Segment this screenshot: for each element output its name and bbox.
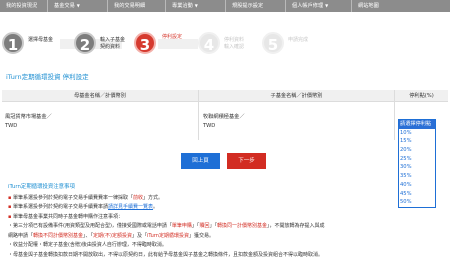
note-text: 」及「 xyxy=(131,232,147,239)
nav-label: 規股提示設定 xyxy=(232,3,264,9)
step-number: 5 xyxy=(262,32,284,54)
mother-fund-currency: TWD xyxy=(5,123,18,129)
note-text: 。 xyxy=(153,204,159,210)
note-text: 」「 xyxy=(209,223,217,229)
step-label: 停利資料 輸入確認 xyxy=(224,37,264,51)
caret-down-icon: ▼ xyxy=(76,3,80,8)
notes-title: iTurn定期循環投資注意事項 xyxy=(8,184,75,190)
note-line: ・收益分配權・轉定子基金(含贈)後由投資人自行辦理，不得臨時取消。 xyxy=(8,242,167,248)
mother-fund-name: 風冠貨幣市場基金／ xyxy=(5,114,52,120)
nav-my-investments[interactable]: 我的投資現況 xyxy=(0,0,48,12)
note-line: ▪ 單筆系選投參列於契約電子交易手續費率請請詳見手續費一覽表。 xyxy=(8,203,444,213)
ratio-option[interactable]: 25% xyxy=(399,155,435,164)
progress-steps: 1 選擇母基金 2 輸入子基金 契約資料 3 停利設定 4 停利資料 輸入確認 5 … xyxy=(0,26,450,62)
page-title: iTurn定期循環投資 停利設定 xyxy=(6,73,89,81)
table-header-mother: 母基金名稱／計價幣別 xyxy=(2,90,198,102)
step-number: 2 xyxy=(74,32,96,54)
note-text: 」，不開放轉為存提入與成 xyxy=(266,223,325,229)
note-text: 」、「 xyxy=(83,232,94,239)
nav-fund-trading[interactable]: 基金交易 ▼ xyxy=(48,0,108,12)
nav-label: 個人帳戶修理 xyxy=(292,3,324,9)
column-divider xyxy=(198,90,199,140)
ratio-option[interactable]: 請選擇停利點 xyxy=(399,120,435,129)
nav-label: 我的交易明細 xyxy=(114,3,146,9)
step-2: 2 輸入子基金 契約資料 xyxy=(74,26,134,62)
note-text: 網路申請「 xyxy=(8,232,34,239)
note-line: ▪ 單筆系選投參列於契約電子交易手續費費率一律採取「前收」方式。 xyxy=(8,194,444,204)
note-text: 」獲交易。 xyxy=(188,232,214,239)
note-highlight: 定期(不)定額投資 xyxy=(93,232,132,239)
table-header-child: 子基金名稱／計價幣別 xyxy=(199,90,394,102)
nav-alert-settings[interactable]: 規股提示設定 xyxy=(226,0,286,12)
top-navigation: 我的投資現況 基金交易 ▼ 我的交易明細 專業洽動 ▼ 規股提示設定 個人帳戶修理 ▼… xyxy=(0,0,450,12)
step-4: 4 停利資料 輸入確認 xyxy=(198,26,258,62)
note-highlight: iTurn定期循環投資 xyxy=(146,232,189,239)
step-label-line: 輸入確認 xyxy=(224,44,245,50)
step-label-line: 契約資料 xyxy=(100,44,121,50)
nav-sitemap[interactable]: 網站地圖 xyxy=(352,0,450,12)
nav-label: 基金交易 xyxy=(54,3,75,9)
step-1: 1 選擇母基金 xyxy=(2,26,62,62)
note-text: 單筆母基金事業共同時子基金轉申購作注意事項： xyxy=(13,213,124,220)
next-button[interactable]: 下一步 xyxy=(227,153,266,169)
step-label: 申請完成 xyxy=(288,37,309,43)
step-number: 3 xyxy=(134,32,156,54)
note-highlight: 單筆申購 xyxy=(171,223,192,229)
nav-activities[interactable]: 專業洽動 ▼ xyxy=(166,0,226,12)
child-fund-name: 牧聯網積極基金／ xyxy=(203,114,245,120)
nav-label: 專業洽動 xyxy=(172,3,193,9)
ratio-option[interactable]: 35% xyxy=(399,172,435,181)
note-line: ・第三分項已有設備事件(用資類型及用配合型)，僅接受國際或電話申請「單筆申購 」「… xyxy=(8,222,444,232)
note-line: 網路申請「轉換不同計價幣別基金」、「定期(不)定額投資」及「iTurn定期循環投… xyxy=(8,232,444,242)
fee-table-link[interactable]: 請詳見手續費一覽表 xyxy=(108,204,153,210)
child-fund-currency: TWD xyxy=(203,123,216,129)
notes-section: iTurn定期循環投資注意事項 ▪ 單筆系選投參列於契約電子交易手續費費率一律採取… xyxy=(8,183,444,260)
ratio-option[interactable]: 30% xyxy=(399,163,435,172)
note-text: 」方式。 xyxy=(143,194,164,201)
step-label: 停利設定 xyxy=(162,34,183,40)
note-text: 單筆系選投參列於契約電子交易手續費率請 xyxy=(13,204,109,210)
ratio-option[interactable]: 10% xyxy=(399,129,435,138)
note-text: 單筆系選投參列於契約電子交易手續費費率一律採取「 xyxy=(13,194,134,201)
note-line: ▪ 單筆母基金事業共同時子基金轉申購作注意事項： xyxy=(8,213,444,223)
note-highlight: 前收 xyxy=(133,194,144,201)
step-label: 選擇母基金 xyxy=(28,37,54,43)
caret-down-icon: ▼ xyxy=(325,3,329,8)
step-number: 1 xyxy=(2,32,24,54)
nav-transaction-details[interactable]: 我的交易明細 xyxy=(108,0,166,12)
note-line: ・母基金與子基金轉換扣款日期不開放取出，不得以原契約日，此有給予母基金與子基金之… xyxy=(8,251,324,258)
ratio-option[interactable]: 15% xyxy=(399,137,435,146)
step-label-line: 停利資料 xyxy=(224,37,245,43)
nav-account-settings[interactable]: 個人帳戶修理 ▼ xyxy=(286,0,352,12)
table-header-ratio: 停利點(%) xyxy=(395,90,448,102)
caret-down-icon: ▼ xyxy=(194,3,198,8)
note-highlight: 轉換不同計價幣別基金 xyxy=(33,232,84,239)
note-highlight: 轉換同一計價幣別基金 xyxy=(216,223,267,229)
note-text: ・第三分項已有設備事件(用資類型及用配合型)，僅接受國際或電話申請「 xyxy=(8,223,172,229)
ratio-option[interactable]: 20% xyxy=(399,146,435,155)
nav-label: 我的投資現況 xyxy=(6,3,38,9)
note-highlight: 贖回 xyxy=(199,223,210,229)
step-number: 4 xyxy=(198,32,220,54)
step-3: 3 停利設定 xyxy=(134,26,194,62)
back-button[interactable]: 回上頁 xyxy=(181,153,220,169)
step-label-line: 輸入子基金 xyxy=(100,37,126,43)
step-5: 5 申請完成 xyxy=(262,26,322,62)
nav-label: 網站地圖 xyxy=(358,3,379,9)
column-divider xyxy=(394,90,395,140)
